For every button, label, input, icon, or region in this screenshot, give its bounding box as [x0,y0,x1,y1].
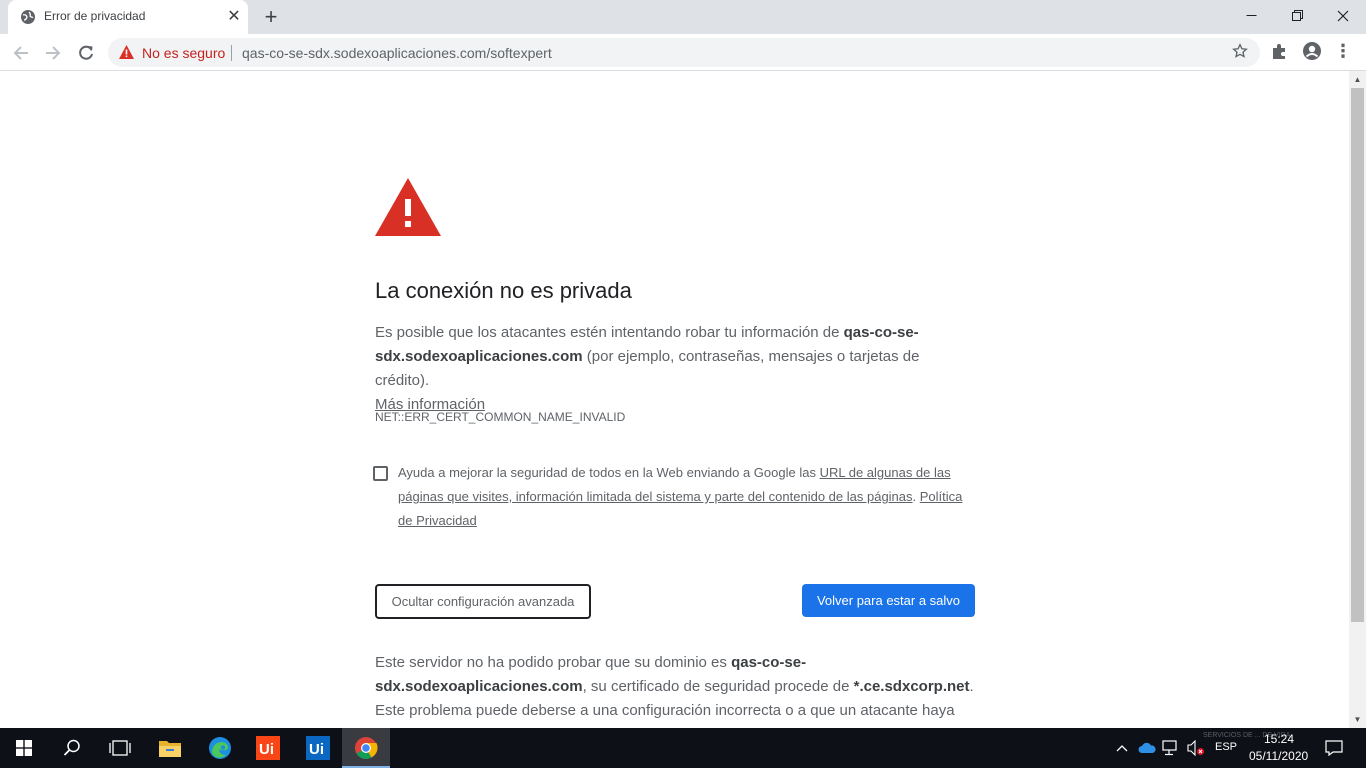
back-button[interactable] [9,41,33,65]
arrow-right-icon [46,46,61,60]
page-title: La conexión no es privada [375,278,632,303]
scroll-up-arrow-icon[interactable]: ▲ [1349,71,1366,88]
windows-logo-icon [16,740,32,756]
warning-icon [119,45,134,59]
new-tab-button[interactable]: + [260,6,282,28]
task-view-button[interactable] [96,728,144,768]
globe-icon [21,10,35,24]
svg-text:Ui: Ui [309,741,324,758]
browser-toolbar: No es seguro qas-co-se-sdx.sodexoaplicac… [0,34,1366,71]
details-text: Este servidor no ha podido probar que su… [375,654,732,671]
edge-browser-button[interactable] [196,728,244,768]
uipath-studio-button[interactable]: Ui [244,728,292,768]
chrome-icon [355,737,378,759]
onedrive-icon[interactable] [1138,742,1156,754]
volume-muted-icon[interactable] [1187,740,1205,756]
reload-icon [79,45,93,60]
explanation-paragraph: Es posible que los atacantes estén inten… [375,321,975,417]
language-indicator[interactable]: ESP [1215,741,1237,753]
explanation-text: Es posible que los atacantes estén inten… [375,324,844,341]
address-bar[interactable]: No es seguro qas-co-se-sdx.sodexoaplicac… [108,38,1260,67]
scroll-down-arrow-icon[interactable]: ▼ [1349,711,1366,728]
report-checkbox[interactable] [373,466,388,481]
uipath-robot-button[interactable]: Ui [294,728,342,768]
windows-taskbar: Ui Ui SERVICIOS DE ... DE VIDA ESP 15:24 [0,728,1366,768]
checkbox-text-sep: . [912,489,920,504]
close-icon [1337,10,1349,22]
tab-title: Error de privacidad [44,9,146,23]
hide-advanced-button[interactable]: Ocultar configuración avanzada [375,584,591,619]
edge-icon [209,737,231,759]
tab-privacy-error[interactable]: Error de privacidad ✕ [8,0,248,34]
uipath-studio-icon: Ui [256,736,280,760]
svg-text:Ui: Ui [259,741,274,758]
puzzle-icon[interactable] [1271,42,1289,60]
search-button[interactable] [48,728,96,768]
chrome-taskbar-button[interactable] [342,728,390,768]
checkbox-text: Ayuda a mejorar la seguridad de todos en… [398,465,820,480]
not-secure-label[interactable]: No es seguro [142,45,225,61]
scroll-thumb[interactable] [1351,88,1364,622]
back-to-safety-button[interactable]: Volver para estar a salvo [802,584,975,617]
uipath-robot-icon: Ui [306,736,330,760]
menu-kebab-icon[interactable]: ⋮ [1334,40,1352,62]
minimize-button[interactable] [1228,0,1274,32]
reload-button[interactable] [74,41,98,65]
folder-icon [159,741,181,757]
alert-triangle-icon [375,178,441,236]
clock-date[interactable]: 05/11/2020 [1249,749,1308,763]
notification-icon[interactable] [1325,740,1343,756]
account-icon[interactable] [1302,41,1322,61]
url-text[interactable]: qas-co-se-sdx.sodexoaplicaciones.com/sof… [242,45,552,61]
close-window-button[interactable] [1320,0,1366,32]
omnibox-separator [231,45,232,61]
file-explorer-button[interactable] [146,728,194,768]
arrow-left-icon [13,46,28,60]
network-icon[interactable] [1162,740,1180,756]
certificate-domain: *.ce.sdxcorp.net [853,678,970,695]
page-content: La conexión no es privada Es posible que… [0,71,1349,728]
search-icon [63,739,80,756]
restore-icon [1291,10,1303,21]
task-view-icon [109,740,131,756]
star-icon[interactable] [1232,43,1248,59]
error-code: NET::ERR_CERT_COMMON_NAME_INVALID [375,410,626,424]
details-text-2: , su certificado de seguridad procede de [582,678,854,695]
details-paragraph: Este servidor no ha podido probar que su… [375,651,975,723]
restore-button[interactable] [1274,0,1320,32]
minimize-icon [1246,15,1256,16]
page-scrollbar[interactable]: ▲ ▼ [1349,71,1366,728]
close-tab-icon[interactable]: ✕ [226,9,242,25]
checkbox-label: Ayuda a mejorar la seguridad de todos en… [398,461,978,533]
start-button[interactable] [0,728,48,768]
clock-time[interactable]: 15:24 [1264,732,1294,746]
forward-button[interactable] [41,41,65,65]
chevron-up-icon[interactable] [1116,744,1128,752]
tab-strip: Error de privacidad ✕ + [0,0,1366,34]
